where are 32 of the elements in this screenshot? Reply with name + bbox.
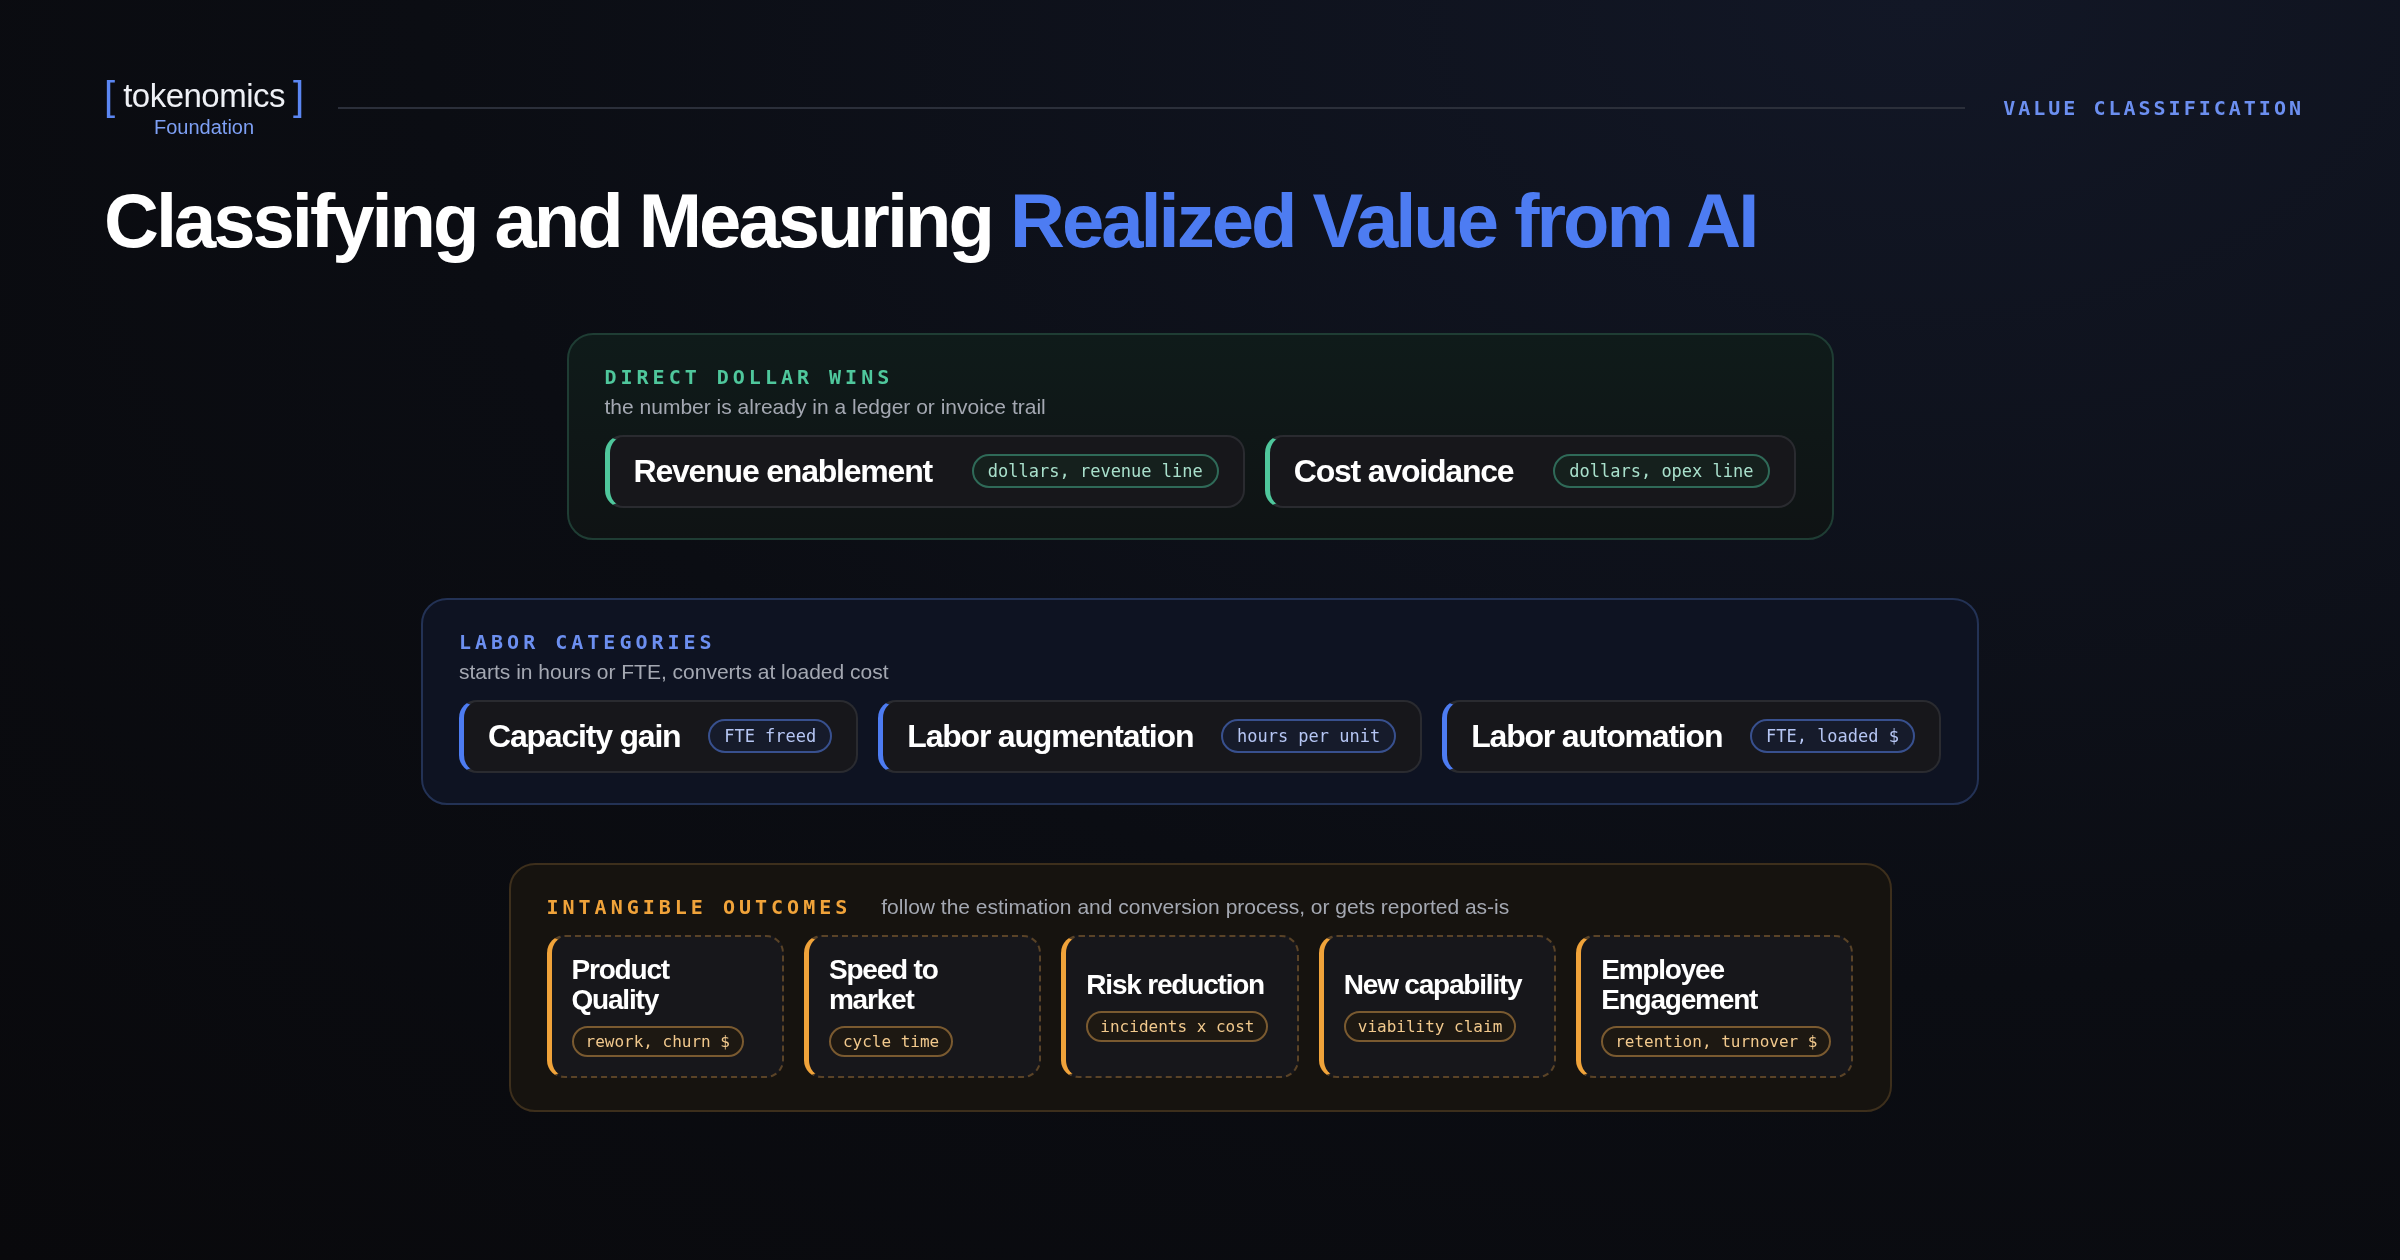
bracket-mark: [ [104,76,116,116]
section-description: follow the estimation and conversion process, or gets reported as-is [881,894,1510,919]
unit-tag: incidents x cost [1086,1011,1269,1043]
card-title: Revenue enablement [633,452,932,490]
unit-tag: rework, churn $ [571,1026,744,1057]
unit-tag: cycle time [828,1026,954,1057]
card-title: New capability [1343,969,1522,1000]
page-title: Classifying and Measuring Realized Value from AI [104,179,1758,263]
section-description: starts in hours or FTE, converts at loaded cost [459,659,890,684]
card-title: Cost avoidance [1293,452,1514,490]
eyebrow-label: VALUE CLASSIFICATION [2003,95,2304,120]
section-label: DIRECT DOLLAR WINS [604,364,895,389]
card-title: Risk reduction [1086,969,1265,1000]
card-title: Speed to market [828,955,939,1014]
unit-tag: dollars, opex line [1553,454,1770,489]
unit-tag: FTE, loaded $ [1749,719,1915,754]
card-title: Capacity gain [488,717,681,755]
card-title: Product Quality [571,955,671,1014]
card-title: Labor augmentation [907,717,1194,755]
unit-tag: FTE freed [708,719,833,754]
brand-subtitle: Foundation [154,116,255,139]
section-label: LABOR CATEGORIES [459,629,717,654]
card-title: Employee Engagement [1601,955,1759,1014]
card-title: Labor automation [1471,717,1723,755]
unit-tag: dollars, revenue line [971,454,1219,489]
unit-tag: viability claim [1343,1011,1517,1043]
unit-tag: retention, turnover $ [1601,1026,1832,1057]
section-label: INTANGIBLE OUTCOMES [546,894,852,919]
bracket-mark: ] [293,76,305,116]
unit-tag: hours per unit [1220,719,1397,754]
section-description: the number is already in a ledger or invoice trail [604,394,1047,419]
brand-name: tokenomics [123,77,286,115]
